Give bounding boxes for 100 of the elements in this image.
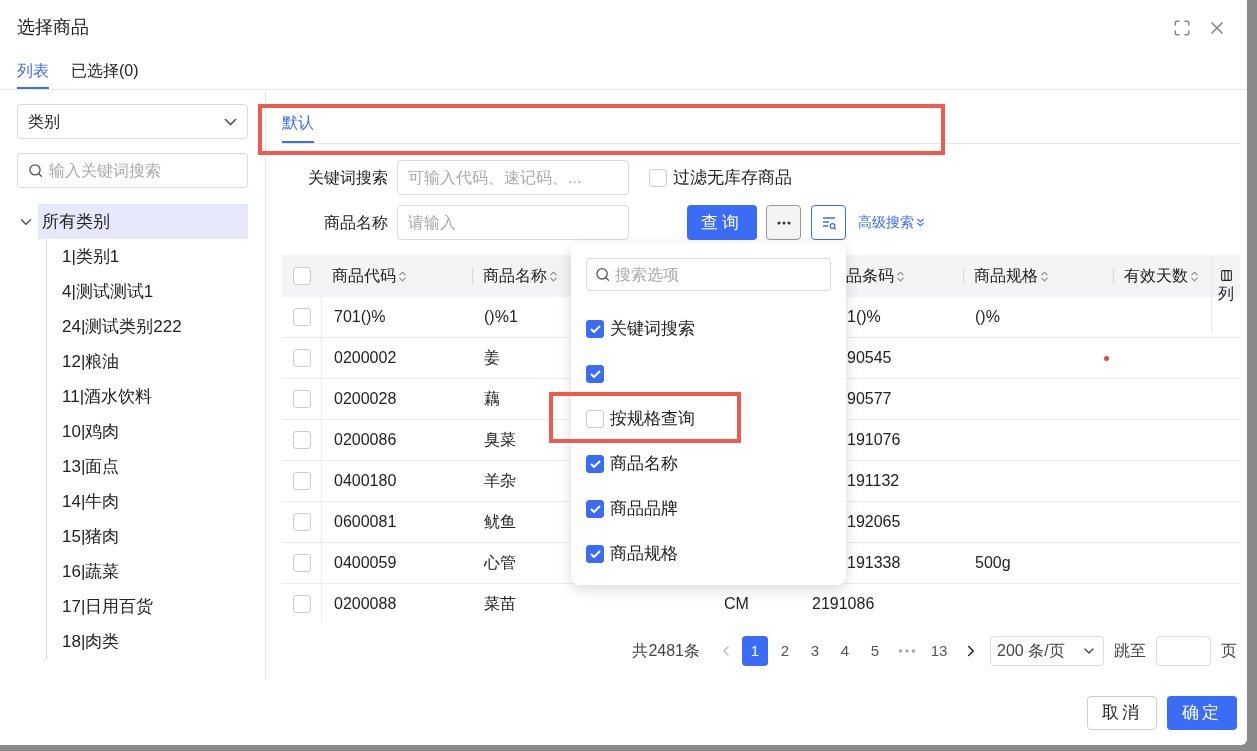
tree-item[interactable]: 15|猪肉 — [47, 519, 248, 554]
table-cell-text: 0200028 — [333, 389, 397, 409]
sort-icon[interactable] — [1188, 269, 1201, 283]
tree-item[interactable]: 18|肉类 — [47, 624, 248, 659]
checkbox[interactable] — [292, 349, 311, 367]
check-icon — [589, 324, 601, 333]
checkbox[interactable] — [292, 513, 311, 531]
total-count: 共2481条 — [632, 641, 700, 661]
check-icon — [589, 369, 601, 378]
sort-icon[interactable] — [547, 269, 560, 283]
tree-item[interactable]: 4|测试测试1 — [47, 274, 248, 309]
table-cell-text: 0200088 — [333, 594, 397, 614]
tree-item[interactable]: 24|测试类别222 — [47, 309, 248, 344]
tab[interactable]: 列表 — [17, 55, 49, 89]
table-cell-text: 191338 — [846, 553, 901, 573]
tree-item[interactable]: 1|类别1 — [47, 239, 248, 274]
checkbox[interactable] — [586, 409, 604, 428]
tree-item[interactable]: 13|面点 — [47, 449, 248, 484]
table-cell-text: 191132 — [846, 471, 900, 491]
checkbox[interactable] — [292, 308, 311, 326]
page-unit: 页 — [1221, 641, 1237, 661]
table-cell-text: 0400059 — [333, 553, 397, 573]
table-cell-text: 羊杂 — [483, 471, 516, 491]
tree-item[interactable]: 所有类别 — [38, 204, 248, 239]
category-select[interactable]: 类别 — [17, 104, 248, 139]
table-cell-text: 0200086 — [333, 430, 397, 450]
filter-button[interactable] — [811, 205, 846, 240]
tree-item[interactable]: 12|粮油 — [47, 344, 248, 379]
checkbox[interactable] — [293, 267, 311, 285]
checkbox[interactable] — [649, 168, 667, 187]
confirm-button[interactable]: 确定 — [1167, 695, 1237, 730]
search-icon — [28, 162, 44, 179]
table-cell-text: 姜 — [483, 348, 500, 368]
page-button[interactable]: 4 — [832, 636, 858, 666]
checkbox[interactable] — [292, 431, 311, 449]
table-cell-text: 2191086 — [811, 594, 875, 614]
sort-icon[interactable] — [1038, 269, 1051, 283]
page-button[interactable]: 1 — [742, 636, 768, 666]
more-icon — [776, 220, 791, 225]
table-cell-text: ()%1 — [483, 307, 518, 327]
column-header[interactable]: 商品规格 — [964, 264, 1051, 288]
page-button[interactable]: 3 — [802, 636, 828, 666]
page-button[interactable]: 13 — [926, 636, 952, 666]
column-header[interactable]: 有效天数 — [1114, 264, 1201, 288]
checkbox[interactable] — [292, 472, 311, 490]
input-field[interactable]: 请输入 — [397, 205, 629, 240]
list-search-icon — [820, 214, 837, 231]
checkbox[interactable] — [586, 544, 604, 563]
checkbox[interactable] — [586, 454, 604, 473]
checkbox-label: 过滤无库存商品 — [673, 166, 792, 189]
advanced-search-link[interactable]: 高级搜索 — [858, 212, 927, 233]
cancel-button[interactable]: 取消 — [1087, 695, 1157, 730]
checkbox[interactable] — [292, 390, 311, 408]
column-header[interactable]: 商品名称 — [473, 264, 560, 288]
table-cell-text: CM — [723, 594, 749, 614]
tab[interactable]: 默认 — [282, 105, 314, 143]
more-button[interactable] — [766, 205, 801, 240]
tab[interactable]: 已选择(0) — [71, 55, 139, 89]
search-field[interactable]: 输入关键词搜索 — [17, 153, 248, 188]
table-cell-text: 0600081 — [333, 512, 397, 532]
table-cell-text: 90545 — [846, 348, 892, 368]
table-cell-text: 臭菜 — [483, 430, 516, 450]
maximize-icon[interactable] — [1173, 18, 1191, 37]
search-icon — [595, 266, 611, 283]
search-field[interactable]: 搜索选项 — [586, 258, 831, 291]
table-cell-text: 192065 — [846, 512, 901, 532]
table-cell-text: ()% — [974, 307, 1000, 327]
input-field[interactable]: 可输入代码、速记码、... — [397, 160, 629, 195]
search-input[interactable]: 输入关键词搜索 — [49, 158, 237, 183]
page-button[interactable]: 2 — [772, 636, 798, 666]
field-label: 关键词搜索 — [307, 167, 388, 188]
tree-item[interactable]: 17|日用百货 — [47, 589, 248, 624]
checkbox[interactable] — [586, 499, 604, 518]
sort-icon[interactable] — [396, 269, 409, 283]
tree-item[interactable]: 11|酒水饮料 — [47, 379, 248, 414]
tree-item[interactable]: 16|蔬菜 — [47, 554, 248, 589]
checkbox[interactable] — [586, 364, 604, 383]
check-icon — [589, 549, 601, 558]
check-icon — [589, 504, 601, 513]
table-cell-text: 心管 — [483, 553, 516, 573]
page-size-select[interactable]: 200 条/页 — [990, 636, 1104, 666]
option-label[interactable]: 商品规格 — [610, 540, 678, 567]
table-cell-text: 鱿鱼 — [483, 512, 516, 532]
query-button[interactable]: 查询 — [687, 205, 757, 240]
table-cell-text: 1()% — [846, 307, 881, 327]
sort-icon[interactable] — [894, 269, 907, 283]
checkbox[interactable] — [586, 319, 604, 338]
checkbox[interactable] — [292, 595, 311, 613]
column-settings-button[interactable]: 列 — [1211, 255, 1240, 331]
checkbox[interactable] — [292, 554, 311, 572]
tree-item[interactable]: 14|牛肉 — [47, 484, 248, 519]
page-input[interactable] — [1156, 636, 1211, 666]
check-icon — [589, 459, 601, 468]
option-label[interactable]: 商品品牌 — [610, 495, 678, 522]
page-button[interactable]: 5 — [862, 636, 888, 666]
tree-item[interactable]: 10|鸡肉 — [47, 414, 248, 449]
column-header[interactable]: 商品代码 — [322, 264, 409, 288]
table-cell-text: 191076 — [846, 430, 901, 450]
columns-icon — [1219, 269, 1233, 282]
table-cell-text: 菜苗 — [483, 594, 516, 614]
